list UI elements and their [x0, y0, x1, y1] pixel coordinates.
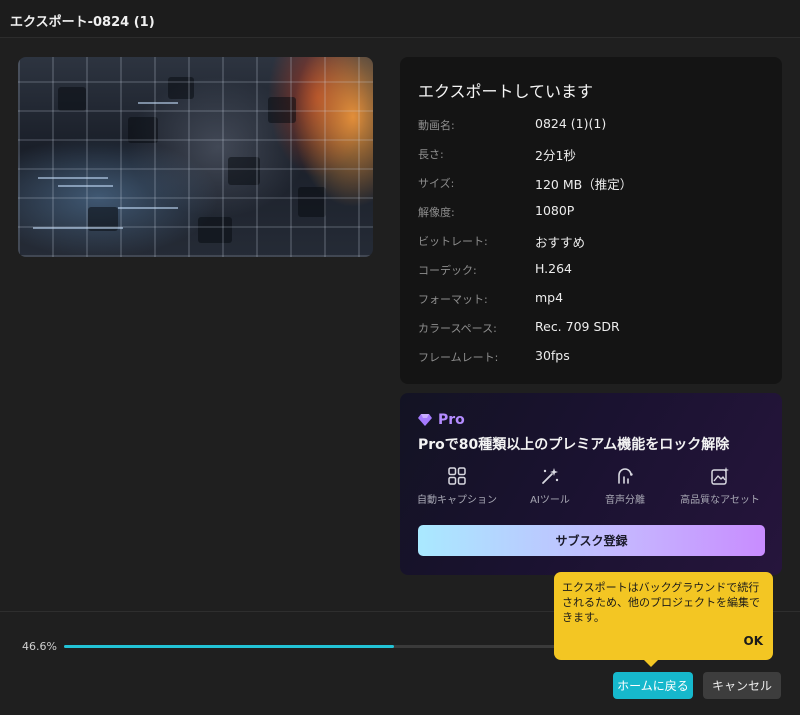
- magic-wand-icon: [542, 468, 559, 484]
- info-key: 長さ:: [418, 148, 444, 161]
- voice-separation-icon: [618, 468, 633, 484]
- title-bar: エクスポート-0824 (1): [0, 0, 800, 38]
- info-row-resolution: 解像度: 1080P: [418, 203, 768, 222]
- export-info-panel: エクスポートしています 動画名: 0824 (1)(1) 長さ: 2分1秒 サイ…: [400, 57, 782, 384]
- info-key: フォーマット:: [418, 293, 488, 306]
- info-value: Rec. 709 SDR: [535, 319, 620, 334]
- info-row-duration: 長さ: 2分1秒: [418, 146, 768, 164]
- info-value: 120 MB（推定）: [535, 177, 633, 192]
- info-row-colorspace: カラースペース: Rec. 709 SDR: [418, 319, 768, 338]
- info-key: コーデック:: [418, 264, 477, 277]
- export-status-heading: エクスポートしています: [418, 82, 594, 101]
- feature-label: 自動キャプション: [417, 495, 497, 506]
- info-value: 1080P: [535, 203, 575, 218]
- premium-asset-icon: [711, 467, 729, 485]
- feature-label: 音声分離: [605, 495, 645, 506]
- info-value: 0824 (1)(1): [535, 116, 607, 131]
- info-key: カラースペース:: [418, 322, 497, 335]
- back-to-home-button[interactable]: ホームに戻る: [613, 672, 693, 699]
- info-row-size: サイズ: 120 MB（推定）: [418, 175, 768, 193]
- grid-squares-icon: [448, 467, 466, 485]
- info-row-codec: コーデック: H.264: [418, 261, 768, 280]
- pro-upsell-panel: Pro Proで80種類以上のプレミアム機能をロック解除 自動キャプション AI…: [400, 393, 782, 575]
- tooltip-message: エクスポートはバックグラウンドで続行されるため、他のプロジェクトを編集できます。: [562, 581, 760, 624]
- feature-auto-caption: 自動キャプション: [412, 466, 502, 506]
- window-title: エクスポート-0824 (1): [10, 15, 155, 30]
- info-key: フレームレート:: [418, 351, 499, 364]
- info-key: ビットレート:: [418, 235, 488, 248]
- feature-premium-assets: 高品質なアセット: [675, 466, 765, 506]
- background-export-tooltip: エクスポートはバックグラウンドで続行されるため、他のプロジェクトを編集できます。…: [554, 572, 773, 667]
- info-key: サイズ:: [418, 177, 455, 190]
- info-value: H.264: [535, 261, 573, 276]
- info-key: 動画名:: [418, 119, 455, 132]
- progress-fill: [64, 645, 395, 648]
- feature-label: 高品質なアセット: [680, 495, 760, 506]
- pro-headline: Proで80種類以上のプレミアム機能をロック解除: [418, 437, 730, 453]
- info-value: mp4: [535, 290, 564, 305]
- tooltip-ok-button[interactable]: OK: [744, 634, 764, 648]
- info-row-name: 動画名: 0824 (1)(1): [418, 116, 768, 135]
- feature-voice-separation: 音声分離: [580, 466, 670, 506]
- info-key: 解像度:: [418, 206, 455, 219]
- info-value: 30fps: [535, 348, 570, 363]
- progress-percent: 46.6%: [22, 640, 57, 653]
- info-row-bitrate: ビットレート: おすすめ: [418, 233, 768, 251]
- video-preview: [18, 57, 373, 257]
- subscribe-button[interactable]: サブスク登録: [418, 525, 765, 556]
- diamond-icon: [418, 414, 432, 426]
- info-value: おすすめ: [535, 235, 586, 250]
- cancel-button[interactable]: キャンセル: [703, 672, 781, 699]
- info-row-format: フォーマット: mp4: [418, 290, 768, 309]
- info-value: 2分1秒: [535, 148, 576, 163]
- pro-badge-label: Pro: [438, 412, 465, 428]
- info-row-framerate: フレームレート: 30fps: [418, 348, 768, 367]
